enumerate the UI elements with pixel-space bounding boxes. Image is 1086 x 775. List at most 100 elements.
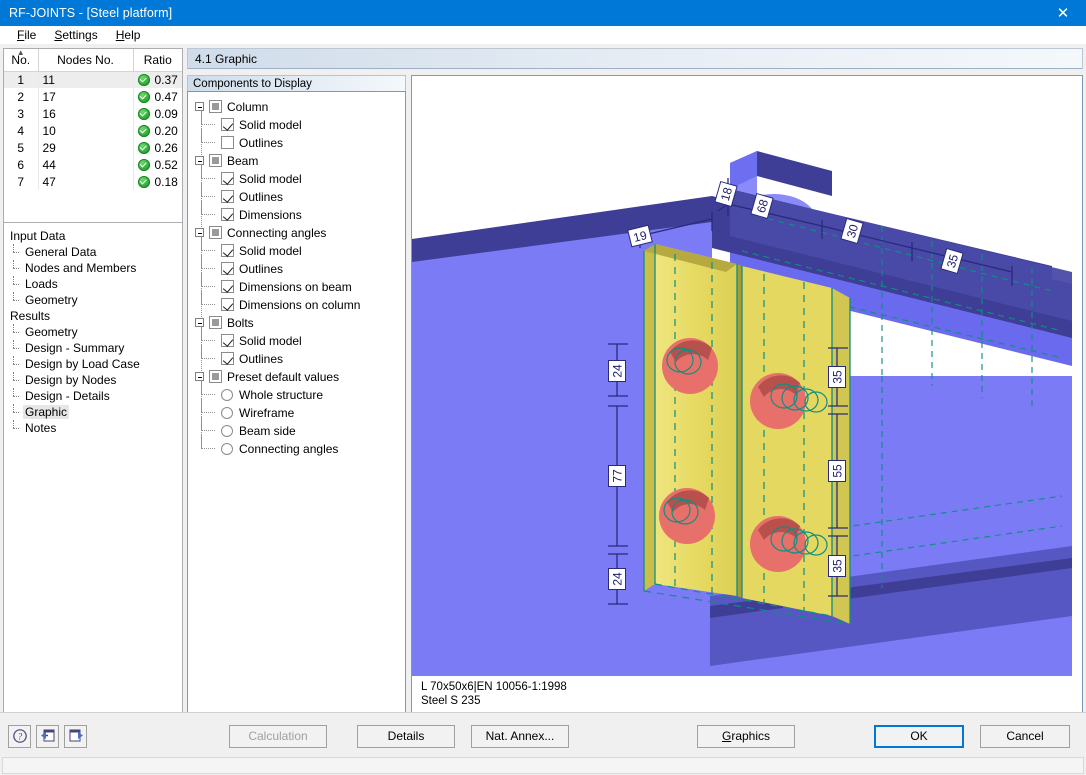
menu-item-help[interactable]: Help bbox=[107, 27, 150, 43]
partial-checkbox[interactable] bbox=[209, 100, 222, 114]
status-ok-icon bbox=[137, 141, 150, 154]
table-row[interactable]: 7 47 0.18 bbox=[4, 173, 182, 190]
radio-button[interactable] bbox=[221, 388, 233, 401]
tree-checkbox-solid-model[interactable]: Solid model bbox=[195, 165, 405, 187]
ratio-value: 0.09 bbox=[154, 106, 178, 121]
checkbox[interactable] bbox=[221, 208, 234, 222]
radio-button[interactable] bbox=[221, 406, 233, 419]
ratio-value: 0.26 bbox=[154, 140, 178, 155]
cancel-button[interactable]: Cancel bbox=[980, 724, 1070, 748]
tree-checkbox-solid-model[interactable]: Solid model bbox=[195, 237, 405, 259]
nav-item-label: Design - Details bbox=[25, 389, 110, 403]
menu-help-rest: elp bbox=[124, 28, 141, 42]
previous-button[interactable] bbox=[36, 724, 59, 748]
cell-ratio: 0.18 bbox=[133, 173, 182, 190]
nav-item-general-data[interactable]: General Data bbox=[9, 244, 182, 260]
expander-collapse-icon[interactable] bbox=[195, 372, 204, 382]
help-button[interactable]: ? bbox=[8, 724, 31, 748]
tree-parent-beam[interactable]: Beam bbox=[195, 151, 405, 169]
nav-item-nodes-and-members[interactable]: Nodes and Members bbox=[9, 260, 182, 276]
partial-checkbox[interactable] bbox=[209, 226, 222, 240]
expander-collapse-icon[interactable] bbox=[195, 102, 204, 112]
window-title: RF-JOINTS - [Steel platform] bbox=[9, 6, 173, 20]
tree-node-label: Outlines bbox=[239, 189, 284, 204]
table-row[interactable]: 5 29 0.26 bbox=[4, 139, 182, 156]
tree-parent-bolts[interactable]: Bolts bbox=[195, 313, 405, 331]
radio-button[interactable] bbox=[221, 442, 233, 455]
menu-item-file[interactable]: File bbox=[8, 27, 45, 43]
expander-collapse-icon[interactable] bbox=[195, 318, 204, 328]
checkbox[interactable] bbox=[221, 172, 234, 186]
ok-button[interactable]: OK bbox=[874, 724, 964, 748]
expander-collapse-icon[interactable] bbox=[195, 156, 204, 166]
tree-checkbox-dimensions[interactable]: Dimensions bbox=[195, 201, 405, 223]
nav-item-graphic[interactable]: Graphic bbox=[9, 404, 182, 420]
nav-item-label: Design - Summary bbox=[25, 341, 125, 355]
partial-checkbox[interactable] bbox=[209, 154, 222, 168]
nav-item-design-by-load-case[interactable]: Design by Load Case bbox=[9, 356, 182, 372]
main-area: ▲ No. Nodes No. Ratio 1 11 0.37 2 17 0.47 3 16 0… bbox=[0, 45, 1086, 756]
tree-radio-connecting-angles[interactable]: Connecting angles bbox=[195, 435, 405, 457]
tree-checkbox-solid-model[interactable]: Solid model bbox=[195, 327, 405, 349]
calculation-button[interactable]: Calculation bbox=[229, 724, 327, 748]
checkbox[interactable] bbox=[221, 118, 234, 132]
column-header-nodes[interactable]: Nodes No. bbox=[38, 49, 134, 72]
checkbox[interactable] bbox=[221, 352, 234, 366]
close-icon[interactable]: ✕ bbox=[1040, 0, 1086, 26]
nav-item-label: Notes bbox=[25, 421, 57, 435]
partial-checkbox[interactable] bbox=[209, 370, 222, 384]
tree-parent-preset-default-values[interactable]: Preset default values bbox=[195, 367, 405, 385]
tree-node-label: Preset default values bbox=[227, 369, 340, 384]
tree-radio-wireframe[interactable]: Wireframe bbox=[195, 399, 405, 421]
nav-item-design-by-nodes[interactable]: Design by Nodes bbox=[9, 372, 182, 388]
column-header-ratio-label: Ratio bbox=[143, 52, 172, 67]
left-panel: ▲ No. Nodes No. Ratio 1 11 0.37 2 17 0.47 3 16 0… bbox=[3, 48, 183, 756]
tree-checkbox-outlines[interactable]: Outlines bbox=[195, 345, 405, 367]
material-profile: L 70x50x6|EN 10056-1:1998 bbox=[421, 681, 567, 693]
tree-parent-column[interactable]: Column bbox=[195, 97, 405, 115]
column-header-ratio[interactable]: Ratio bbox=[133, 49, 182, 72]
nav-item-label: Geometry bbox=[25, 325, 78, 339]
menu-item-settings[interactable]: Settings bbox=[45, 27, 106, 43]
graphic-view[interactable]: 19 18 68 30 35 24 77 24 35 55 35 L 70x50x6|EN 1005… bbox=[411, 75, 1083, 725]
details-button[interactable]: Details bbox=[357, 724, 455, 748]
tree-checkbox-dimensions-on-beam[interactable]: Dimensions on beam bbox=[195, 273, 405, 295]
table-row[interactable]: 4 10 0.20 bbox=[4, 122, 182, 139]
tree-checkbox-outlines[interactable]: Outlines bbox=[195, 255, 405, 277]
partial-checkbox[interactable] bbox=[209, 316, 222, 330]
tree-checkbox-outlines[interactable]: Outlines bbox=[195, 129, 405, 151]
table-row[interactable]: 2 17 0.47 bbox=[4, 88, 182, 105]
tree-checkbox-outlines[interactable]: Outlines bbox=[195, 183, 405, 205]
checkbox[interactable] bbox=[221, 190, 234, 204]
nav-item-design-summary[interactable]: Design - Summary bbox=[9, 340, 182, 356]
tree-parent-connecting-angles[interactable]: Connecting angles bbox=[195, 223, 405, 241]
menu-settings-rest: ettings bbox=[62, 28, 98, 42]
tree-radio-beam-side[interactable]: Beam side bbox=[195, 417, 405, 439]
tree-radio-whole-structure[interactable]: Whole structure bbox=[195, 381, 405, 403]
cell-nodes: 44 bbox=[38, 156, 134, 173]
next-button[interactable] bbox=[64, 724, 87, 748]
radio-button[interactable] bbox=[221, 424, 233, 437]
nav-item-loads[interactable]: Loads bbox=[9, 276, 182, 292]
tree-checkbox-dimensions-on-column[interactable]: Dimensions on column bbox=[195, 291, 405, 313]
checkbox[interactable] bbox=[221, 244, 234, 258]
cell-no: 3 bbox=[4, 105, 39, 122]
checkbox[interactable] bbox=[221, 262, 234, 276]
nav-item-design-details[interactable]: Design - Details bbox=[9, 388, 182, 404]
checkbox[interactable] bbox=[221, 280, 234, 294]
table-row[interactable]: 6 44 0.52 bbox=[4, 156, 182, 173]
expander-collapse-icon[interactable] bbox=[195, 228, 204, 238]
table-row[interactable]: 3 16 0.09 bbox=[4, 105, 182, 122]
nav-item-geometry[interactable]: Geometry bbox=[9, 324, 182, 340]
nav-item-notes[interactable]: Notes bbox=[9, 420, 182, 436]
graphics-button[interactable]: Graphics bbox=[697, 724, 795, 748]
nav-item-geometry[interactable]: Geometry bbox=[9, 292, 182, 308]
nat-annex-button[interactable]: Nat. Annex... bbox=[471, 724, 569, 748]
checkbox[interactable] bbox=[221, 334, 234, 348]
tree-checkbox-solid-model[interactable]: Solid model bbox=[195, 111, 405, 133]
checkbox[interactable] bbox=[221, 136, 234, 150]
checkbox[interactable] bbox=[221, 298, 234, 312]
table-row[interactable]: 1 11 0.37 bbox=[4, 71, 182, 88]
tree-node-label: Beam bbox=[227, 153, 259, 168]
column-header-no[interactable]: ▲ No. bbox=[4, 49, 39, 72]
